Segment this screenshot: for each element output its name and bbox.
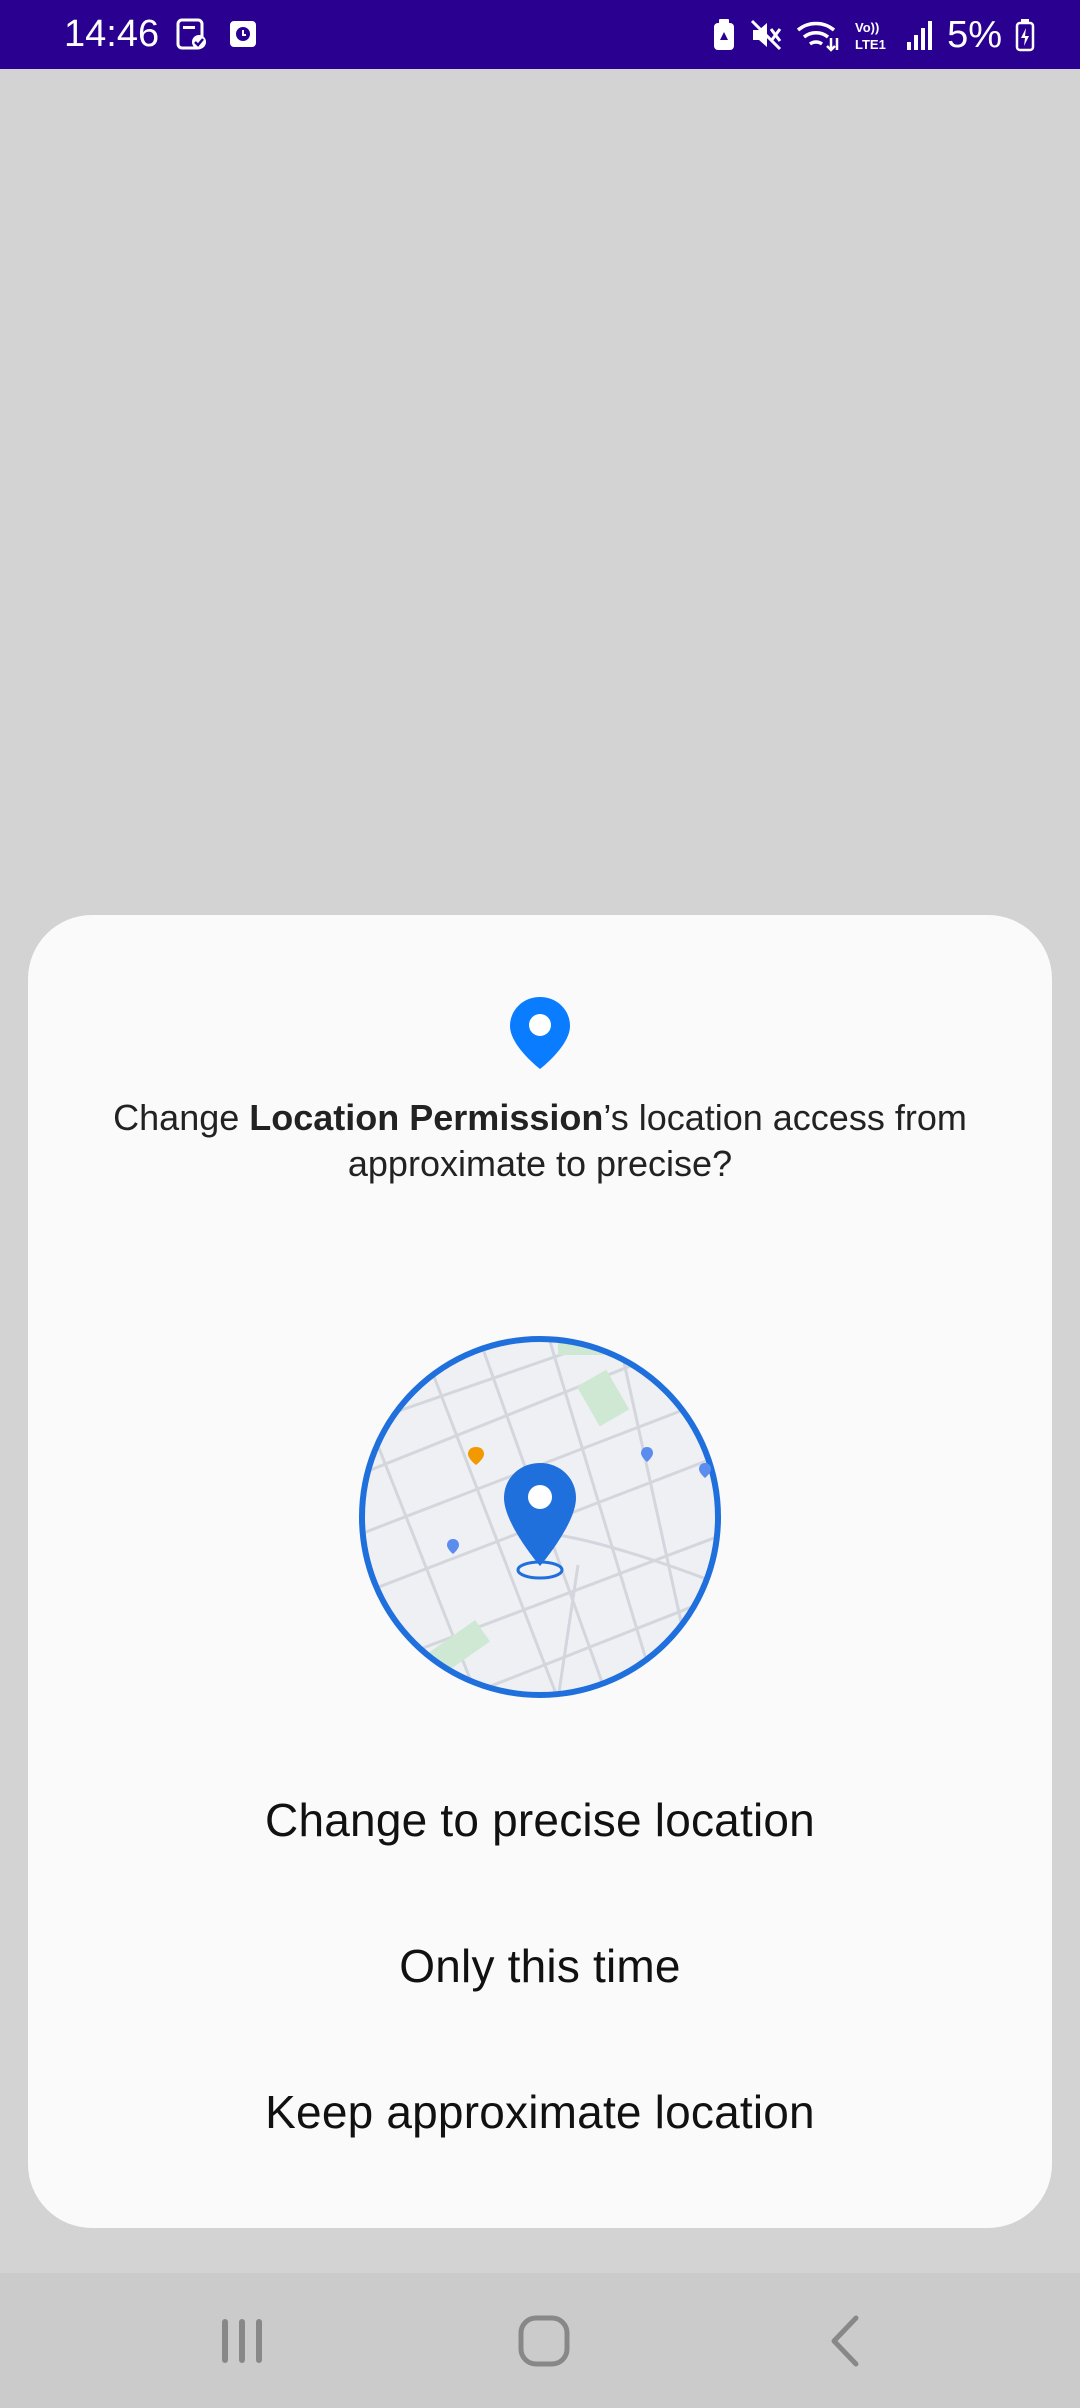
status-system-icons: Vo)) LTE1 5% bbox=[711, 12, 1036, 58]
clock-app-icon bbox=[228, 19, 258, 49]
change-to-precise-button[interactable]: Change to precise location bbox=[88, 1765, 992, 1875]
back-icon bbox=[826, 2314, 866, 2368]
location-pin-icon bbox=[508, 995, 572, 1071]
battery-percentage: 5% bbox=[947, 14, 1002, 56]
wifi-icon bbox=[795, 18, 841, 52]
status-bar: 14:46 Vo)) LTE1 5% bbox=[0, 0, 1080, 69]
message-prefix: Change bbox=[113, 1097, 250, 1138]
battery-saver-icon bbox=[711, 18, 737, 52]
recents-button[interactable] bbox=[202, 2301, 282, 2381]
volte-lte-icon: Vo)) LTE1 bbox=[853, 18, 893, 52]
signal-icon bbox=[905, 18, 935, 52]
svg-text:LTE1: LTE1 bbox=[855, 37, 886, 52]
precise-location-map-illustration bbox=[358, 1335, 722, 1699]
app-name: Location Permission bbox=[249, 1097, 604, 1138]
back-button[interactable] bbox=[806, 2301, 886, 2381]
home-button[interactable] bbox=[504, 2301, 584, 2381]
navigation-bar bbox=[0, 2273, 1080, 2408]
home-icon bbox=[517, 2314, 571, 2368]
recents-icon bbox=[217, 2316, 267, 2366]
permission-dialog: Change Location Permission’s location ac… bbox=[28, 915, 1052, 2228]
notes-icon bbox=[176, 17, 208, 51]
only-this-time-button[interactable]: Only this time bbox=[88, 1911, 992, 2021]
status-time: 14:46 bbox=[64, 13, 160, 55]
status-notification-icons bbox=[176, 14, 258, 54]
mute-icon bbox=[749, 18, 783, 52]
dialog-message: Change Location Permission’s location ac… bbox=[88, 1095, 992, 1187]
svg-text:Vo)): Vo)) bbox=[855, 20, 879, 35]
keep-approximate-button[interactable]: Keep approximate location bbox=[88, 2057, 992, 2167]
battery-charging-icon bbox=[1014, 18, 1036, 52]
